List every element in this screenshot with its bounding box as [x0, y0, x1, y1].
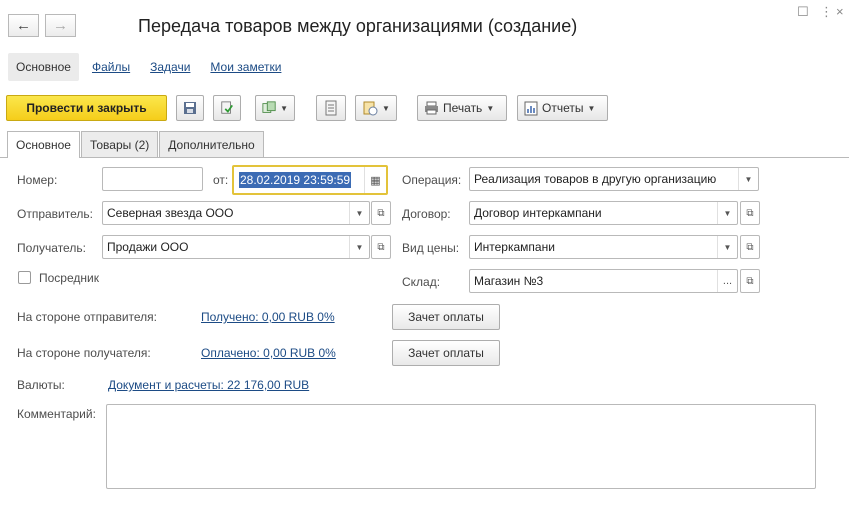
- contract-field[interactable]: Договор интеркампани ▼: [469, 201, 738, 225]
- date-field[interactable]: 28.02.2019 23:59:59 ▦: [232, 165, 388, 195]
- chevron-down-icon[interactable]: ▼: [738, 168, 758, 190]
- receiver-side-link[interactable]: Оплачено: 0,00 RUB 0%: [201, 346, 336, 360]
- number-field[interactable]: [102, 167, 203, 191]
- comment-label: Комментарий:: [17, 407, 96, 421]
- sender-field[interactable]: Северная звезда ООО ▼: [102, 201, 370, 225]
- open-price-type-button[interactable]: ⧉: [740, 235, 760, 259]
- receiver-label: Получатель:: [17, 241, 86, 255]
- price-type-field[interactable]: Интеркампани ▼: [469, 235, 738, 259]
- warehouse-value: Магазин №3: [474, 274, 544, 288]
- attachment-icon: [363, 101, 378, 116]
- print-button[interactable]: Печать ▼: [417, 95, 507, 121]
- operation-value: Реализация товаров в другую организацию: [474, 172, 717, 186]
- contract-label: Договор:: [402, 207, 451, 221]
- number-label: Номер:: [17, 173, 58, 187]
- printer-icon: [425, 101, 438, 115]
- receiver-offset-button[interactable]: Зачет оплаты: [392, 340, 500, 366]
- sender-offset-button[interactable]: Зачет оплаты: [392, 304, 500, 330]
- open-icon: ⧉: [746, 275, 754, 287]
- print-label: Печать: [443, 101, 483, 115]
- intermediary-checkbox[interactable]: [18, 271, 31, 284]
- price-type-value: Интеркампани: [474, 240, 555, 254]
- currency-label: Валюты:: [17, 378, 65, 392]
- structure-button[interactable]: [316, 95, 346, 121]
- nav-notes[interactable]: Мои заметки: [210, 60, 281, 74]
- price-type-label: Вид цены:: [402, 241, 460, 255]
- save-icon: [184, 102, 196, 114]
- back-button[interactable]: ←: [8, 14, 39, 37]
- calendar-icon[interactable]: ▦: [364, 167, 386, 193]
- post-document-icon: [221, 101, 233, 114]
- operation-field[interactable]: Реализация товаров в другую организацию …: [469, 167, 759, 191]
- chevron-down-icon[interactable]: ▼: [717, 236, 737, 258]
- warehouse-field[interactable]: Магазин №3 ...: [469, 269, 738, 293]
- chevron-down-icon[interactable]: ▼: [349, 236, 369, 258]
- receiver-side-label: На стороне получателя:: [17, 346, 151, 360]
- open-icon: ⧉: [377, 207, 385, 219]
- nav-tasks[interactable]: Задачи: [150, 60, 190, 74]
- report-icon: [524, 101, 538, 115]
- post-and-close-button[interactable]: Провести и закрыть: [6, 95, 167, 121]
- tab-additional[interactable]: Дополнительно: [159, 131, 264, 157]
- sender-side-label: На стороне отправителя:: [17, 310, 157, 324]
- create-based-on-icon: [262, 101, 276, 113]
- sender-value: Северная звезда ООО: [107, 206, 234, 220]
- open-receiver-button[interactable]: ⧉: [371, 235, 391, 259]
- date-value: 28.02.2019 23:59:59: [239, 172, 352, 188]
- sender-label: Отправитель:: [17, 207, 93, 221]
- link-icon[interactable]: ☐: [797, 4, 809, 20]
- tab-main[interactable]: Основное: [7, 131, 80, 158]
- chevron-down-icon: ▼: [382, 103, 390, 113]
- arrow-right-icon: →: [53, 17, 68, 34]
- date-label: от:: [213, 173, 229, 187]
- open-contract-button[interactable]: ⧉: [740, 201, 760, 225]
- chevron-down-icon[interactable]: ▼: [349, 202, 369, 224]
- save-button[interactable]: [176, 95, 204, 121]
- sender-side-link[interactable]: Получено: 0,00 RUB 0%: [201, 310, 335, 324]
- open-icon: ⧉: [746, 207, 754, 219]
- open-sender-button[interactable]: ⧉: [371, 201, 391, 225]
- warehouse-label: Склад:: [402, 275, 441, 289]
- open-warehouse-button[interactable]: ⧉: [740, 269, 760, 293]
- create-based-on-button[interactable]: ▼: [255, 95, 295, 121]
- operation-label: Операция:: [402, 173, 462, 187]
- list-icon: [325, 100, 337, 116]
- post-button[interactable]: [213, 95, 241, 121]
- chevron-down-icon: ▼: [486, 103, 495, 113]
- open-icon: ⧉: [377, 241, 385, 253]
- attachments-button[interactable]: ▼: [355, 95, 397, 121]
- reports-label: Отчеты: [542, 101, 584, 115]
- currency-link[interactable]: Документ и расчеты: 22 176,00 RUB: [108, 378, 309, 392]
- chevron-down-icon: ▼: [280, 103, 288, 113]
- window-title: Передача товаров между организациями (со…: [138, 16, 578, 36]
- nav-main[interactable]: Основное: [8, 52, 79, 81]
- forward-button[interactable]: →: [45, 14, 76, 37]
- contract-value: Договор интеркампани: [474, 206, 602, 220]
- receiver-value: Продажи ООО: [107, 240, 189, 254]
- intermediary-label: Посредник: [39, 271, 99, 285]
- form-nav-panel: Основное Файлы Задачи Мои заметки: [8, 52, 281, 81]
- reports-button[interactable]: Отчеты ▼: [517, 95, 608, 121]
- ellipsis-icon[interactable]: ...: [717, 270, 737, 292]
- open-icon: ⧉: [746, 241, 754, 253]
- chevron-down-icon: ▼: [587, 103, 596, 113]
- tab-goods[interactable]: Товары (2): [80, 131, 159, 157]
- chevron-down-icon[interactable]: ▼: [717, 202, 737, 224]
- tab-bar: Основное Товары (2) Дополнительно: [7, 131, 265, 158]
- more-icon[interactable]: ⋮: [820, 4, 833, 20]
- receiver-field[interactable]: Продажи ООО ▼: [102, 235, 370, 259]
- nav-files[interactable]: Файлы: [92, 60, 130, 74]
- close-icon[interactable]: ×: [836, 4, 844, 19]
- arrow-left-icon: ←: [16, 17, 31, 34]
- comment-textarea[interactable]: [106, 404, 816, 489]
